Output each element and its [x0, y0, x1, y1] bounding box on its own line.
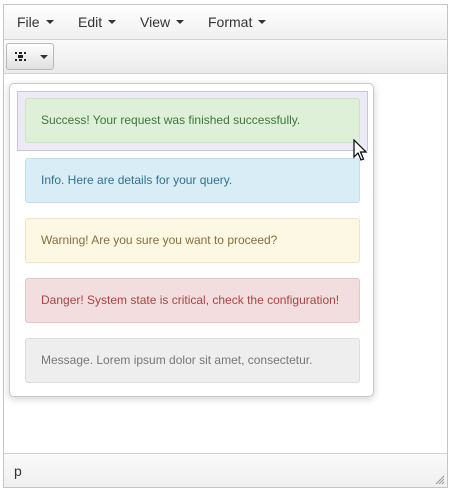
statusbar: p: [4, 453, 447, 487]
alert-info-option[interactable]: Info. Here are details for your query.: [25, 158, 360, 203]
menu-file-label: File: [17, 14, 40, 30]
template-button[interactable]: [7, 44, 35, 69]
menu-format[interactable]: Format: [208, 14, 267, 30]
chevron-down-icon: [108, 20, 117, 24]
toolbar: [4, 40, 447, 74]
template-split-button[interactable]: [6, 43, 54, 70]
menu-edit-label: Edit: [78, 14, 103, 30]
resize-handle-icon[interactable]: [435, 475, 445, 485]
chevron-down-icon: [176, 20, 185, 24]
alert-danger-option[interactable]: Danger! System state is critical, check …: [25, 278, 360, 323]
template-dropdown-toggle[interactable]: [35, 44, 53, 69]
template-icon: [15, 51, 26, 61]
menu-format-label: Format: [208, 14, 253, 30]
menu-edit[interactable]: Edit: [78, 14, 117, 30]
menu-view-label: View: [140, 14, 171, 30]
template-dropdown-menu: Success! Your request was finished succe…: [9, 83, 374, 397]
element-path[interactable]: p: [14, 463, 22, 479]
alert-success-option[interactable]: Success! Your request was finished succe…: [25, 98, 360, 143]
chevron-down-icon: [258, 20, 267, 24]
menubar: File Edit View Format: [4, 5, 447, 40]
alert-message-option[interactable]: Message. Lorem ipsum dolor sit amet, con…: [25, 338, 360, 383]
menu-file[interactable]: File: [17, 14, 54, 30]
chevron-down-icon: [45, 20, 54, 24]
alert-warning-option[interactable]: Warning! Are you sure you want to procee…: [25, 218, 360, 263]
mouse-cursor-icon: [353, 139, 368, 161]
menu-view[interactable]: View: [140, 14, 185, 30]
caret-down-icon: [40, 54, 48, 59]
